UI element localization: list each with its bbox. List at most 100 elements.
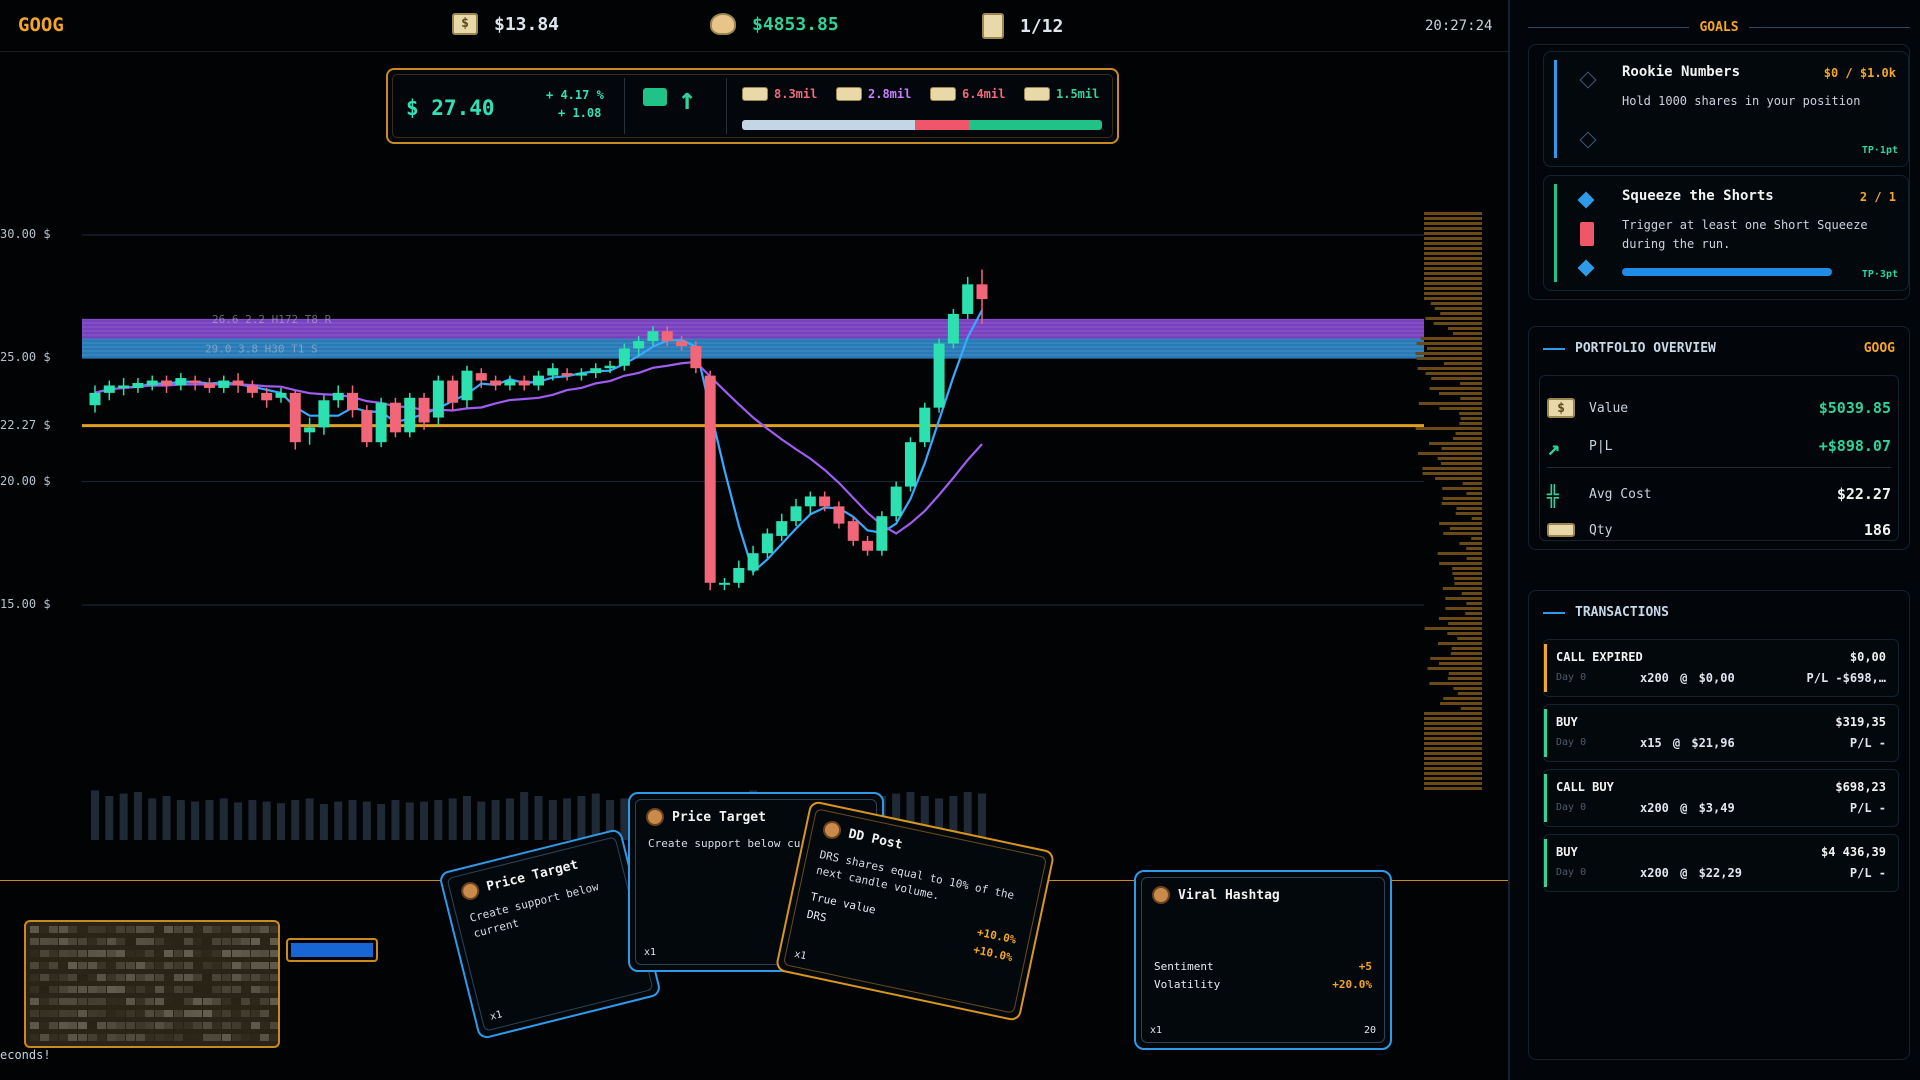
candle-body [862,541,873,551]
liquidity-bar [1449,672,1482,675]
transaction-row[interactable]: BUY $4 436,39 Day 0 x200 @ $22,29 P/L - [1543,834,1899,892]
monkey-icon [646,808,664,826]
candle-body [619,348,630,365]
grid-cell [88,1010,97,1017]
liquidity-bar [1442,502,1482,505]
candle-body [934,344,945,408]
grid-cell [164,974,173,981]
grid-cell [241,950,250,957]
grid-cell [107,1034,116,1041]
grid-cell [203,986,212,993]
grid-cell [241,998,250,1005]
candle-body [304,427,315,432]
share-stack-icon [1547,523,1575,537]
grid-cell [116,1010,125,1017]
liquidity-bar [1427,347,1482,350]
grid-cell [145,926,154,933]
grid-cell [193,974,202,981]
card-count: 20 [1364,1025,1376,1036]
liquidity-bar [1429,442,1482,445]
grid-cell [145,962,154,969]
price-panel: $ 27.40 + 4.17 % + 1.08 ↑ 8.3mil 2.8mil … [386,68,1119,144]
liquidity-bar [1453,687,1482,690]
grid-cell [241,974,250,981]
grid-cell [97,950,106,957]
candle-body [533,376,544,386]
action-button[interactable] [286,938,378,962]
transactions-header: TRANSACTIONS [1575,605,1669,620]
grid-cell [212,986,221,993]
transaction-row[interactable]: CALL EXPIRED $0,00 Day 0 x200 @ $0,00 P/… [1543,639,1899,697]
y-axis-label: 20.00 $ [0,474,51,488]
grid-cell [241,986,250,993]
grid-cell [270,950,279,957]
grid-cell [107,938,116,945]
grid-cell [232,986,241,993]
candle-body [175,378,186,385]
grid-cell [251,986,260,993]
goal-rookie-numbers[interactable]: Rookie Numbers $0 / $1.0k Hold 1000 shar… [1543,51,1909,167]
transaction-row[interactable]: BUY $319,35 Day 0 x15 @ $21,96 P/L - [1543,704,1899,762]
grid-cell [136,1010,145,1017]
transaction-qty-price: x15 @ $21,96 [1640,736,1735,750]
grid-cell [203,926,212,933]
liquidity-bar [1424,242,1482,245]
grid-cell [88,950,97,957]
monkey-icon [459,880,481,902]
grid-cell [68,998,77,1005]
mini-map-grid[interactable] [24,920,280,1048]
grid-cell [107,962,116,969]
grid-cell [260,1022,269,1029]
candle-body [876,516,887,551]
liquidity-bar [1418,452,1482,455]
transaction-amount: $319,35 [1835,715,1886,729]
grid-cell [97,1010,106,1017]
volume-bar [191,802,199,840]
grid-cell [97,986,106,993]
volume-bar [363,802,371,840]
grid-cell [164,962,173,969]
grid-cell [212,926,221,933]
liquidity-bar [1443,697,1482,700]
candle-body [318,400,329,427]
grid-cell [193,926,202,933]
portfolio-pl-row: ↗ P|L +$898.07 [1547,431,1891,461]
liquidity-bar [1457,507,1482,510]
grid-cell [184,998,193,1005]
briefcase-icon [643,88,667,106]
card-viral-hashtag[interactable]: Viral Hashtag Sentiment +5 Volatility +20.… [1134,870,1392,1050]
liquidity-bar [1439,562,1482,565]
liquidity-bar [1424,752,1482,755]
grid-cell [155,950,164,957]
liquidity-bar [1424,717,1482,720]
liquidity-bar [1424,727,1482,730]
liquidity-bar [1419,402,1482,405]
liquidity-bar [1443,587,1482,590]
volume-bar [535,796,543,840]
candle-body [647,331,658,341]
transaction-row[interactable]: CALL BUY $698,23 Day 0 x200 @ $3,49 P/L … [1543,769,1899,827]
portfolio-value-row: $ Value $5039.85 [1547,393,1891,423]
liquidity-bar [1443,532,1482,535]
grid-cell [116,1034,125,1041]
candle-body [605,366,616,368]
grid-cell [78,962,87,969]
grid-cell [260,998,269,1005]
grid-cell [145,974,154,981]
grid-cell [136,1022,145,1029]
price-chart[interactable]: 26.6 2.2 H172 T8 R 29.0 3.8 H30 T1 S [0,150,1508,850]
grid-cell [212,974,221,981]
grid-cell [251,938,260,945]
ticker-symbol[interactable]: GOOG [18,14,64,36]
volume-bar [306,798,314,840]
clock: 20:27:24 [1425,18,1492,34]
liquidity-bar [1448,677,1482,680]
grid-cell [49,938,58,945]
liquidity-bar [1431,302,1482,305]
candle-body [218,381,229,388]
arrow-up-right-icon: ↗ [1547,436,1575,456]
grid-cell [116,1022,125,1029]
goal-squeeze-the-shorts[interactable]: Squeeze the Shorts 2 / 1 Trigger at leas… [1543,175,1909,291]
candle-body [433,381,444,418]
grid-cell [78,1010,87,1017]
